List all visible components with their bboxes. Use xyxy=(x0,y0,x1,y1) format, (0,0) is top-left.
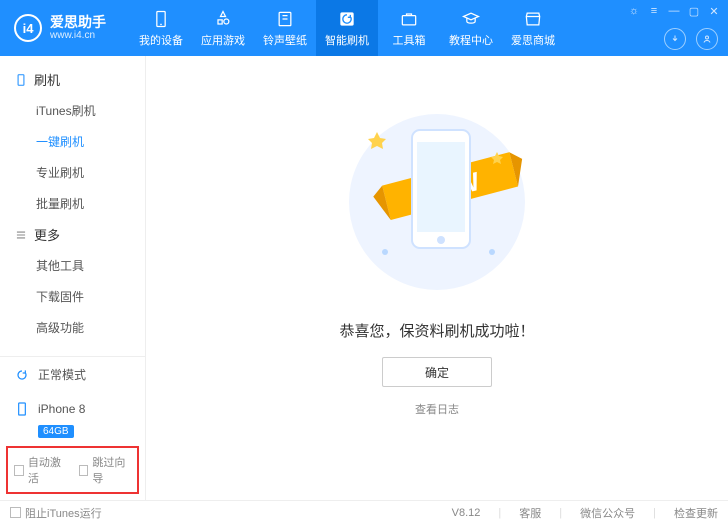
nav-label: 工具箱 xyxy=(393,32,426,48)
skin-icon[interactable]: ☼ xyxy=(626,4,642,18)
sidebar: 刷机 iTunes刷机 一键刷机 专业刷机 批量刷机 更多 其他工具 下载固件 … xyxy=(0,56,146,500)
group-title: 刷机 xyxy=(34,70,60,89)
toolbox-icon xyxy=(399,9,419,29)
nav-label: 应用游戏 xyxy=(201,32,245,48)
device-mode[interactable]: 正常模式 xyxy=(0,357,145,392)
menu-icon[interactable]: ≡ xyxy=(646,4,662,18)
nav-mall[interactable]: 爱思商城 xyxy=(502,0,564,56)
group-title: 更多 xyxy=(34,225,60,244)
sidebar-group-flash: 刷机 xyxy=(0,64,145,95)
minimize-icon[interactable]: ― xyxy=(666,4,682,18)
device-name: iPhone 8 xyxy=(38,402,85,416)
device-capacity-badge: 64GB xyxy=(38,425,74,438)
nav-device[interactable]: 我的设备 xyxy=(130,0,192,56)
nav-toolbox[interactable]: 工具箱 xyxy=(378,0,440,56)
close-icon[interactable]: ✕ xyxy=(706,4,722,18)
nav-label: 我的设备 xyxy=(139,32,183,48)
grad-cap-icon xyxy=(461,9,481,29)
phone-icon xyxy=(14,73,28,87)
header-right-icons xyxy=(664,28,718,50)
checkbox-block-itunes[interactable]: 阻止iTunes运行 xyxy=(10,505,102,521)
mode-label: 正常模式 xyxy=(38,366,86,383)
nav-label: 爱思商城 xyxy=(511,32,555,48)
phone-icon xyxy=(14,401,30,417)
nav-label: 铃声壁纸 xyxy=(263,32,307,48)
user-icon[interactable] xyxy=(696,28,718,50)
download-icon[interactable] xyxy=(664,28,686,50)
chk-label: 跳过向导 xyxy=(92,454,131,486)
note-icon xyxy=(275,9,295,29)
nav-apps[interactable]: 应用游戏 xyxy=(192,0,254,56)
device-info[interactable]: iPhone 8 64GB xyxy=(0,392,145,442)
nav-label: 教程中心 xyxy=(449,32,493,48)
main-content: NEW 恭喜您，保资料刷机成功啦！ 确定 查看日志 xyxy=(146,56,728,500)
footer-update[interactable]: 检查更新 xyxy=(674,505,718,521)
success-message: 恭喜您，保资料刷机成功啦！ xyxy=(339,320,534,341)
nav-label: 智能刷机 xyxy=(325,32,369,48)
more-icon xyxy=(14,228,28,242)
maximize-icon[interactable]: ▢ xyxy=(686,4,702,18)
sidebar-item-other[interactable]: 其他工具 xyxy=(0,250,145,281)
footer-wechat[interactable]: 微信公众号 xyxy=(580,505,635,521)
apps-icon xyxy=(213,9,233,29)
refresh-icon xyxy=(14,367,30,383)
phone-icon xyxy=(151,9,171,29)
confirm-button[interactable]: 确定 xyxy=(382,357,492,387)
nav-ringtone[interactable]: 铃声壁纸 xyxy=(254,0,316,56)
brand-logo-icon: i4 xyxy=(14,14,42,42)
nav-flash[interactable]: 智能刷机 xyxy=(316,0,378,56)
checkbox-auto-activate[interactable]: 自动激活 xyxy=(14,454,67,486)
store-icon xyxy=(523,9,543,29)
sidebar-item-oneclick[interactable]: 一键刷机 xyxy=(0,126,145,157)
brand: i4 爱思助手 www.i4.cn xyxy=(0,14,120,42)
chk-label: 自动激活 xyxy=(28,454,67,486)
brand-name: 爱思助手 xyxy=(50,15,106,30)
footer-service[interactable]: 客服 xyxy=(519,505,541,521)
sidebar-group-more: 更多 xyxy=(0,219,145,250)
sidebar-item-itunes[interactable]: iTunes刷机 xyxy=(0,95,145,126)
app-header: i4 爱思助手 www.i4.cn 我的设备 应用游戏 铃声壁纸 智能刷机 工具… xyxy=(0,0,728,56)
top-nav: 我的设备 应用游戏 铃声壁纸 智能刷机 工具箱 教程中心 爱思商城 xyxy=(130,0,564,56)
window-controls: ☼ ≡ ― ▢ ✕ xyxy=(626,4,722,18)
nav-tutorial[interactable]: 教程中心 xyxy=(440,0,502,56)
view-log-link[interactable]: 查看日志 xyxy=(415,401,459,417)
refresh-icon xyxy=(337,9,357,29)
sidebar-item-fw[interactable]: 下载固件 xyxy=(0,281,145,312)
checkbox-skip-guide[interactable]: 跳过向导 xyxy=(79,454,132,486)
version-label: V8.12 xyxy=(452,507,481,519)
sidebar-item-pro[interactable]: 专业刷机 xyxy=(0,157,145,188)
success-illustration: NEW xyxy=(337,102,537,302)
sidebar-item-adv[interactable]: 高级功能 xyxy=(0,312,145,343)
status-bar: 阻止iTunes运行 V8.12 | 客服 | 微信公众号 | 检查更新 xyxy=(0,500,728,524)
chk-label: 阻止iTunes运行 xyxy=(25,505,102,521)
brand-url: www.i4.cn xyxy=(50,30,106,41)
options-box: 自动激活 跳过向导 xyxy=(6,446,139,494)
sidebar-item-batch[interactable]: 批量刷机 xyxy=(0,188,145,219)
